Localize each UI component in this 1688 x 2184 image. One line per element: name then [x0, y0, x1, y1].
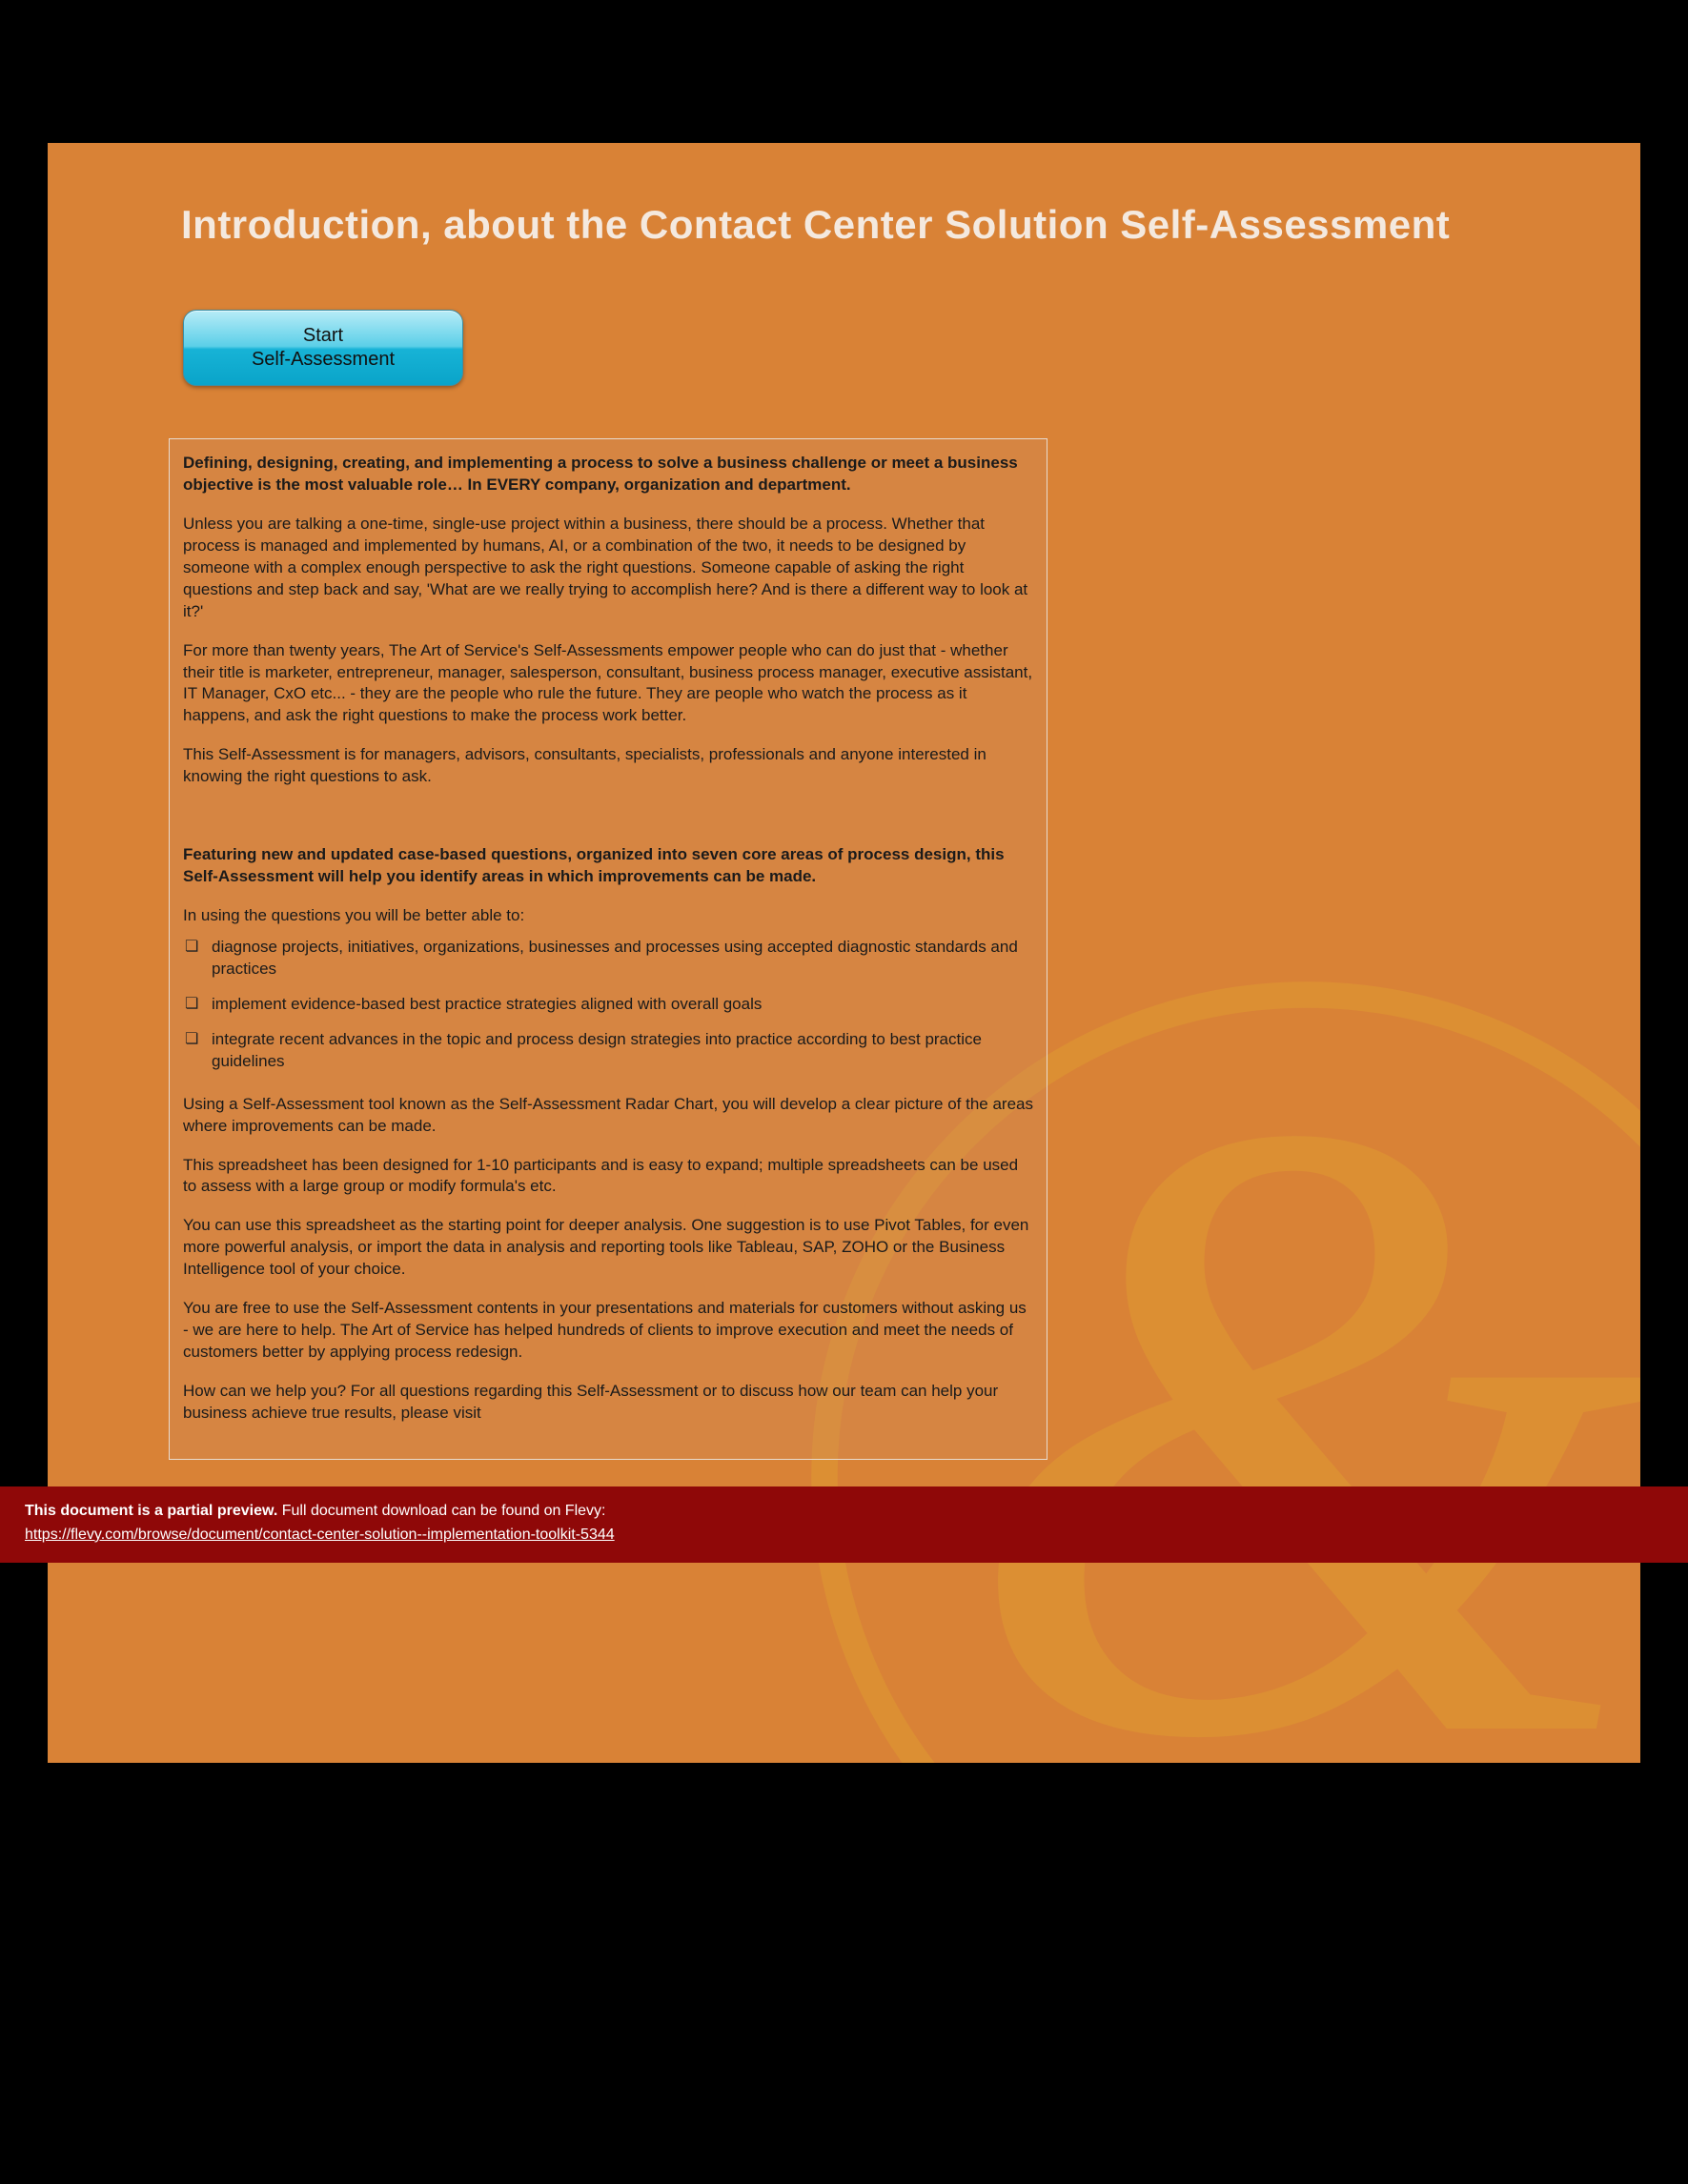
bullet-list: diagnose projects, initiatives, organiza…: [183, 937, 1033, 1073]
body-paragraph: For more than twenty years, The Art of S…: [183, 640, 1033, 728]
list-item: diagnose projects, initiatives, organiza…: [183, 937, 1033, 981]
body-paragraph: Unless you are talking a one-time, singl…: [183, 514, 1033, 623]
body-paragraph: Using a Self-Assessment tool known as th…: [183, 1094, 1033, 1138]
body-paragraph: This Self-Assessment is for managers, ad…: [183, 744, 1033, 788]
intro-bold-paragraph: Defining, designing, creating, and imple…: [183, 453, 1033, 496]
body-paragraph: This spreadsheet has been designed for 1…: [183, 1155, 1033, 1199]
banner-lead-rest: Full document download can be found on F…: [277, 1503, 605, 1519]
body-paragraph: How can we help you? For all questions r…: [183, 1381, 1033, 1425]
banner-link[interactable]: https://flevy.com/browse/document/contac…: [25, 1527, 615, 1543]
bullet-lead-in: In using the questions you will be bette…: [183, 905, 1033, 927]
page-title: Introduction, about the Contact Center S…: [181, 202, 1583, 248]
start-self-assessment-button[interactable]: Start Self-Assessment: [183, 310, 463, 386]
start-button-line1: Start: [303, 324, 343, 348]
body-paragraph: You are free to use the Self-Assessment …: [183, 1298, 1033, 1364]
banner-lead-bold: This document is a partial preview.: [25, 1503, 277, 1519]
list-item: implement evidence-based best practice s…: [183, 994, 1033, 1016]
svg-text:&: &: [960, 953, 1640, 1763]
feature-bold-paragraph: Featuring new and updated case-based que…: [183, 844, 1033, 888]
intro-content-box: Defining, designing, creating, and imple…: [169, 438, 1047, 1460]
start-button-line2: Self-Assessment: [252, 348, 395, 372]
preview-banner: This document is a partial preview. Full…: [0, 1486, 1688, 1563]
list-item: integrate recent advances in the topic a…: [183, 1029, 1033, 1073]
body-paragraph: You can use this spreadsheet as the star…: [183, 1215, 1033, 1281]
